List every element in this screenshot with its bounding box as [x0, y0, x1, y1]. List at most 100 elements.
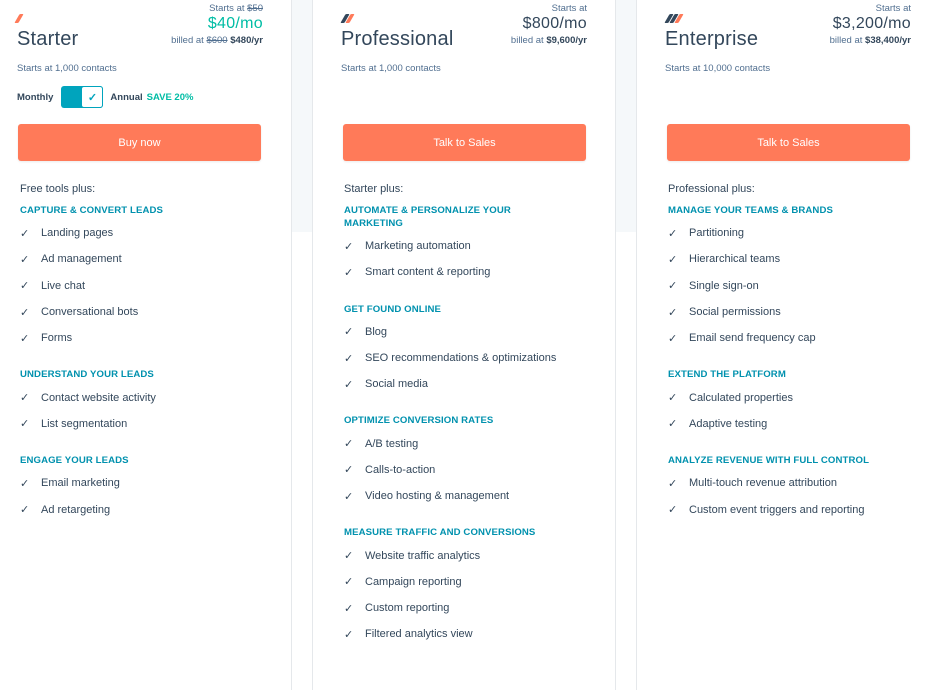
plan-name: Professional: [341, 28, 454, 50]
item-label: Social media: [365, 378, 428, 391]
plan-header: Enterprise Starts at 10,000 contacts Sta…: [637, 0, 936, 80]
check-icon: ✓: [20, 253, 30, 266]
list-item: ✓ Ad management: [20, 246, 280, 272]
list-item: ✓ Marketing automation: [344, 233, 604, 259]
feature-section: ENGAGE YOUR LEADS ✓ Email marketing ✓ Ad r…: [20, 454, 280, 523]
billed-label: billed at: [510, 35, 544, 46]
check-icon: ✓: [344, 550, 354, 563]
list-item: ✓ List segmentation: [20, 411, 280, 437]
feature-list: Starter plus: AUTOMATE & PERSONALIZE YOU…: [344, 183, 604, 665]
section-title: UNDERSTAND YOUR LEADS: [20, 369, 154, 381]
item-label: Filtered analytics view: [365, 628, 473, 641]
feature-section: OPTIMIZE CONVERSION RATES ✓ A/B testing ✓…: [344, 414, 604, 509]
item-label: Blog: [365, 325, 388, 338]
check-icon: ✓: [344, 240, 354, 253]
plan-contacts: Starts at 1,000 contacts: [17, 63, 117, 74]
item-label: Multi-touch revenue attribution: [689, 477, 837, 490]
item-label: Smart content & reporting: [365, 266, 491, 279]
item-label: Ad retargeting: [41, 503, 111, 516]
billed-annually: billed at $9,600/yr: [511, 35, 587, 46]
list-item: ✓ Website traffic analytics: [344, 542, 604, 568]
section-title: GET FOUND ONLINE: [344, 303, 442, 315]
plan-card-professional: Professional Starts at 1,000 contacts St…: [312, 0, 616, 690]
billed-annually: billed at $600 $480/yr: [171, 35, 263, 46]
item-label: A/B testing: [365, 437, 419, 450]
list-item: ✓ Social media: [344, 371, 604, 397]
check-icon: ✓: [668, 227, 678, 240]
item-label: Single sign-on: [689, 279, 759, 292]
plan-contacts: Starts at 1,000 contacts: [341, 63, 441, 74]
starts-at: Starts at: [875, 3, 911, 14]
section-title: CAPTURE & CONVERT LEADS: [20, 205, 164, 216]
check-icon: ✓: [668, 280, 678, 293]
save-badge: SAVE 20%: [146, 91, 194, 103]
plan-header: Starter Starts at 1,000 contacts Starts …: [0, 0, 291, 80]
starts-at: Starts at: [551, 3, 587, 14]
talk-to-sales-button[interactable]: Talk to Sales: [667, 124, 910, 161]
list-item: ✓ Multi-touch revenue attribution: [668, 470, 928, 496]
annual-price: $480/yr: [230, 35, 263, 46]
check-icon: ✓: [668, 477, 678, 490]
list-item: ✓ Live chat: [20, 273, 280, 299]
list-item: ✓ Calculated properties: [668, 384, 928, 410]
list-item: ✓ Partitioning: [668, 220, 928, 246]
list-item: ✓ Landing pages: [20, 220, 280, 246]
item-label: SEO recommendations & optimizations: [365, 352, 557, 365]
check-icon: ✓: [344, 602, 354, 615]
billing-toggle-row: Monthly ✓ Annual SAVE 20%: [17, 86, 193, 108]
item-label: Calculated properties: [689, 391, 793, 404]
feature-section: CAPTURE & CONVERT LEADS ✓ Landing pages ✓…: [20, 204, 280, 351]
feature-section: UNDERSTAND YOUR LEADS ✓ Contact website a…: [20, 368, 280, 437]
check-icon: ✓: [344, 326, 354, 339]
plus-label: Professional plus:: [668, 183, 755, 195]
buy-now-button[interactable]: Buy now: [18, 124, 261, 161]
plan-header: Professional Starts at 1,000 contacts St…: [313, 0, 615, 80]
check-icon: ✓: [668, 306, 678, 319]
item-label: Custom event triggers and reporting: [689, 503, 865, 516]
check-icon: ✓: [20, 280, 30, 293]
check-icon: ✓: [20, 306, 30, 319]
section-title: MEASURE TRAFFIC AND CONVERSIONS: [344, 527, 536, 539]
plan-card-starter: Starter Starts at 1,000 contacts Starts …: [0, 0, 292, 690]
item-label: Custom reporting: [365, 602, 450, 615]
old-annual-price: $600: [206, 35, 228, 46]
check-icon: ✓: [668, 332, 678, 345]
feature-section: ANALYZE REVENUE WITH FULL CONTROL ✓ Multi…: [668, 454, 928, 523]
item-label: Email marketing: [41, 477, 120, 490]
list-item: ✓ Smart content & reporting: [344, 259, 604, 285]
list-item: ✓ Custom event triggers and reporting: [668, 496, 928, 522]
billing-toggle[interactable]: ✓: [61, 86, 104, 108]
list-item: ✓ SEO recommendations & optimizations: [344, 345, 604, 371]
sprocket-icon: [340, 14, 355, 23]
item-label: Marketing automation: [365, 240, 471, 253]
list-item: ✓ Blog: [344, 319, 604, 345]
item-label: Email send frequency cap: [689, 332, 816, 345]
check-icon: ✓: [20, 477, 30, 490]
column-gap: [292, 0, 312, 232]
talk-to-sales-button[interactable]: Talk to Sales: [343, 124, 586, 161]
item-label: Social permissions: [689, 306, 781, 319]
list-item: ✓ A/B testing: [344, 430, 604, 456]
check-icon: ✓: [20, 504, 30, 517]
annual-price: $38,400/yr: [865, 35, 911, 46]
check-icon: ✓: [668, 504, 678, 517]
list-item: ✓ Contact website activity: [20, 384, 280, 410]
list-item: ✓ Calls-to-action: [344, 457, 604, 483]
billed-annually: billed at $38,400/yr: [830, 35, 911, 46]
list-item: ✓ Email send frequency cap: [668, 325, 928, 351]
item-label: Forms: [41, 332, 73, 345]
price-box: Starts at $50 $40/mo billed at $600 $480…: [171, 3, 263, 46]
section-title: ANALYZE REVENUE WITH FULL CONTROL: [668, 455, 870, 467]
monthly-price: $800/mo: [522, 15, 587, 32]
starts-at: Starts at $50: [171, 3, 263, 14]
list-item: ✓ Conversational bots: [20, 299, 280, 325]
item-label: Video hosting & management: [365, 490, 510, 503]
price-box: Starts at $800/mo billed at $9,600/yr: [511, 3, 587, 46]
item-label: Partitioning: [689, 227, 745, 240]
column-gap: [616, 0, 636, 232]
feature-list: Free tools plus: CAPTURE & CONVERT LEADS…: [20, 183, 280, 540]
old-monthly-price: $50: [247, 3, 263, 14]
check-icon: ✓: [344, 576, 354, 589]
check-icon: ✓: [344, 438, 354, 451]
list-item: ✓ Email marketing: [20, 470, 280, 496]
